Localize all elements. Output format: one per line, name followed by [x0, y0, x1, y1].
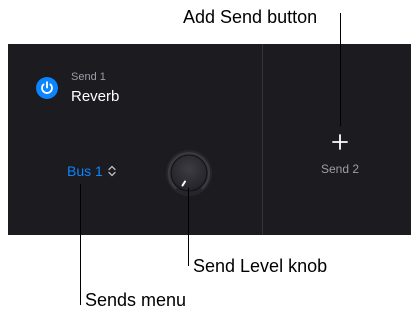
send-effect-name: Reverb [71, 88, 120, 105]
sends-menu-label: Bus 1 [67, 163, 103, 179]
callout-line-add-send [340, 13, 341, 126]
send-slot-title: Send 1 [71, 71, 106, 83]
callout-send-level: Send Level knob [193, 256, 328, 276]
callout-line-sends-menu [80, 184, 81, 305]
callout-add-send: Add Send button [183, 7, 318, 27]
send-power-button[interactable] [36, 77, 58, 99]
callout-sends-menu: Sends menu [85, 290, 187, 310]
send-2-label: Send 2 [320, 162, 360, 176]
chevron-updown-icon [108, 165, 116, 177]
page: Send 1 Reverb Bus 1 Send 2 Add Send butt… [0, 0, 411, 312]
send-level-knob[interactable] [165, 149, 213, 197]
sends-menu[interactable]: Bus 1 [67, 162, 116, 180]
callout-line-send-level [188, 188, 189, 266]
add-send-button[interactable] [331, 133, 349, 151]
power-icon [41, 81, 53, 94]
send-panel: Send 1 Reverb Bus 1 Send 2 [8, 44, 411, 235]
panel-divider [262, 44, 263, 235]
